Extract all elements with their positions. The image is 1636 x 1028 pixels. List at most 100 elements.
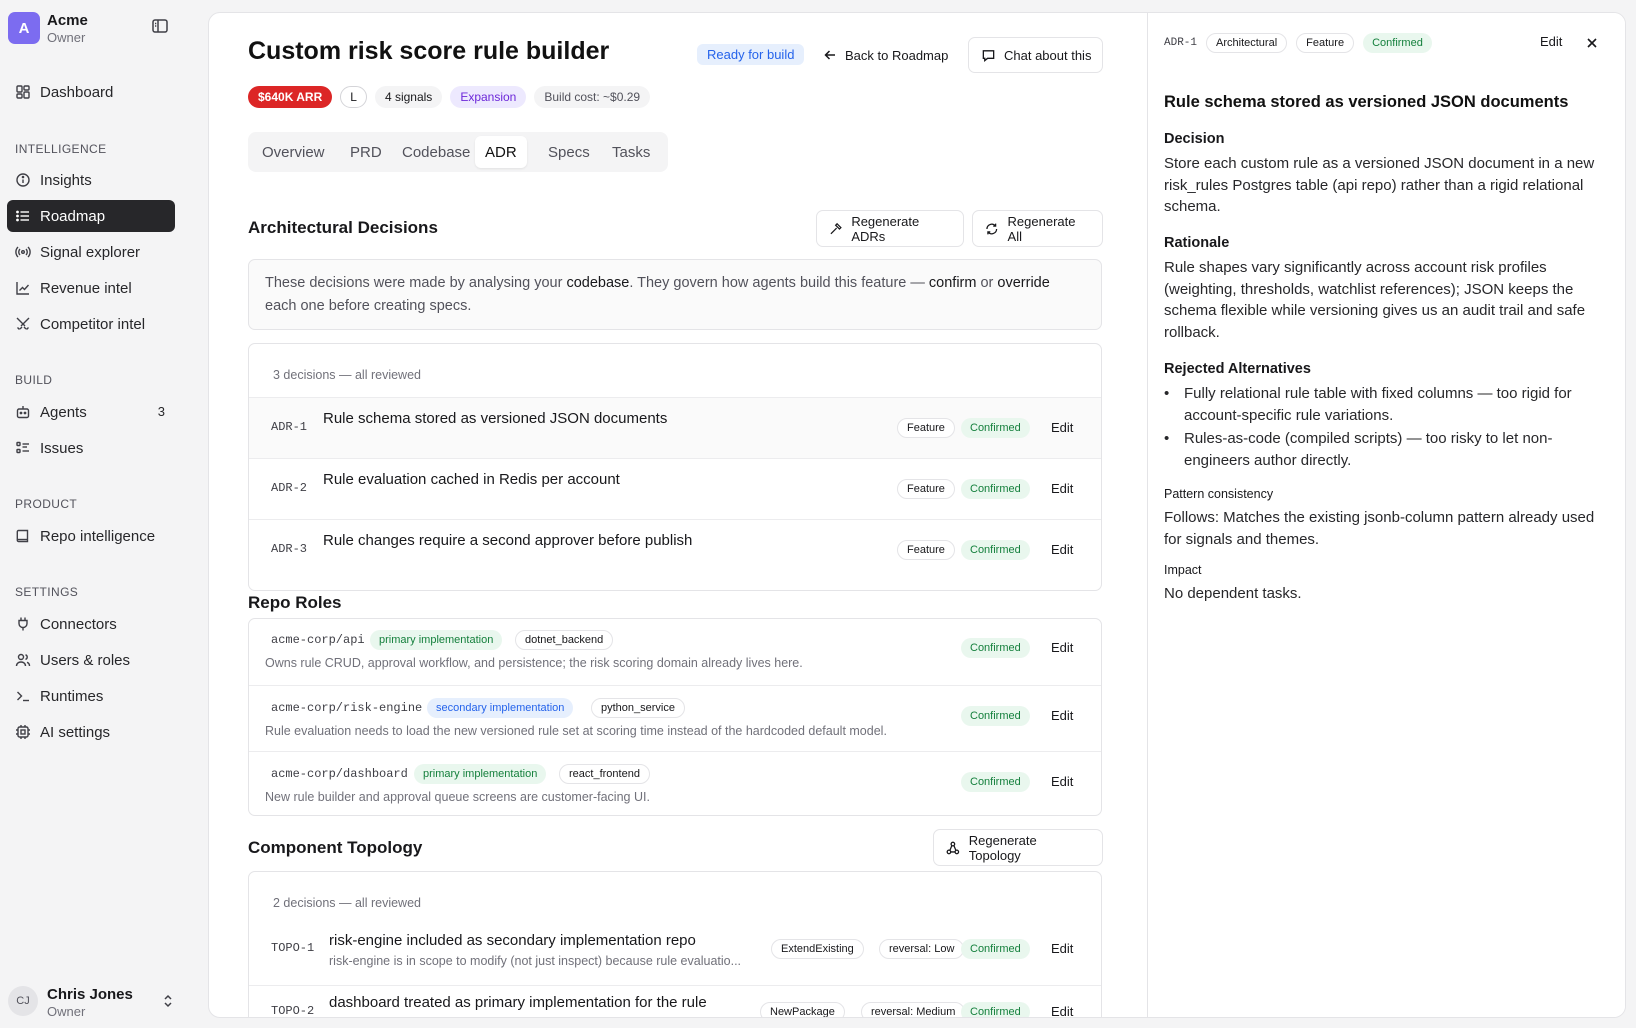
topology-edit-button[interactable]: Edit	[1051, 941, 1073, 956]
nav-connectors-label: Connectors	[40, 615, 117, 633]
nav-insights-label: Insights	[40, 171, 92, 189]
workspace-switcher[interactable]: A Acme Owner	[8, 12, 200, 48]
impact-text: No dependent tasks.	[1164, 585, 1302, 602]
nav-users-roles[interactable]: Users & roles	[7, 644, 175, 676]
nav-signal-explorer[interactable]: Signal explorer	[7, 236, 175, 268]
adr-edit-button[interactable]: Edit	[1051, 420, 1073, 435]
repo-role-status-badge: Confirmed	[961, 772, 1030, 792]
adr-row[interactable]: ADR-2 Rule evaluation cached in Redis pe…	[249, 458, 1101, 519]
adr-row[interactable]: ADR-3 Rule changes require a second appr…	[249, 519, 1101, 590]
notice-text-3: or	[976, 275, 998, 291]
repo-role-edit-button[interactable]: Edit	[1051, 708, 1073, 723]
main-panel: Custom risk score rule builder Ready for…	[208, 12, 1626, 1018]
nav-agents[interactable]: Agents 3	[7, 396, 175, 428]
adr-id: ADR-2	[271, 481, 308, 495]
topology-title: dashboard treated as primary implementat…	[329, 994, 707, 1011]
nav-issues-label: Issues	[40, 439, 84, 457]
rationale-text: Rule shapes vary significantly across ac…	[1164, 259, 1586, 341]
repo-role-description: Rule evaluation needs to load the new ve…	[265, 724, 887, 738]
detail-category-badge: Architectural	[1206, 32, 1288, 53]
regenerate-adrs-button[interactable]: Regenerate ADRs	[816, 210, 964, 247]
nav-repo-intelligence[interactable]: Repo intelligence	[7, 520, 175, 552]
repo-name: acme-corp/dashboard	[271, 767, 408, 781]
feature-tags: $640K ARR L 4 signals Expansion Build co…	[248, 86, 651, 108]
page-title: Custom risk score rule builder	[248, 37, 610, 65]
network-icon	[946, 841, 960, 854]
section-build: BUILD	[15, 373, 53, 387]
rejected-alternatives-label: Rejected Alternatives	[1164, 361, 1311, 377]
nav-roadmap[interactable]: Roadmap	[7, 200, 175, 232]
message-icon	[982, 49, 995, 62]
adr-status-badge: Confirmed	[961, 418, 1030, 438]
repo-role-row[interactable]: acme-corp/api primary implementation dot…	[249, 619, 1101, 685]
regenerate-all-label: Regenerate All	[1007, 213, 1076, 244]
repo-role-row[interactable]: acme-corp/dashboard primary implementati…	[249, 751, 1101, 815]
adr-row[interactable]: ADR-1 Rule schema stored as versioned JS…	[249, 397, 1101, 458]
section-product: PRODUCT	[15, 497, 78, 511]
repo-role-edit-button[interactable]: Edit	[1051, 640, 1073, 655]
adr-list: 3 decisions — all reviewed ADR-1 Rule sc…	[248, 343, 1102, 591]
chevrons-up-down-icon	[164, 994, 172, 1008]
nav-runtimes[interactable]: Runtimes	[7, 680, 175, 712]
nav-connectors[interactable]: Connectors	[7, 608, 175, 640]
repo-roles-list: acme-corp/api primary implementation dot…	[248, 618, 1102, 816]
adr-type-badge: Feature	[897, 418, 955, 438]
repo-role-description: Owns rule CRUD, approval workflow, and p…	[265, 656, 803, 670]
tab-specs[interactable]: Specs	[538, 136, 600, 168]
adr-edit-button[interactable]: Edit	[1051, 542, 1073, 557]
adr-status-badge: Confirmed	[961, 479, 1030, 499]
trend-chart-icon	[16, 282, 30, 295]
nav-ai-settings[interactable]: AI settings	[7, 716, 175, 748]
close-icon[interactable]	[1584, 35, 1600, 51]
adr-edit-button[interactable]: Edit	[1051, 481, 1073, 496]
user-menu[interactable]: CJ Chris Jones Owner	[8, 986, 180, 1022]
topology-edit-button[interactable]: Edit	[1051, 1004, 1073, 1017]
repo-role-status-badge: Confirmed	[961, 638, 1030, 658]
adr-id: ADR-1	[271, 420, 308, 434]
workspace-name: Acme	[47, 12, 88, 29]
section-intelligence: INTELLIGENCE	[15, 142, 107, 156]
plug-icon	[18, 617, 28, 631]
impact-label: Impact	[1164, 563, 1202, 577]
dashboard-icon	[16, 85, 30, 99]
tab-overview[interactable]: Overview	[252, 136, 335, 168]
detail-type-badge: Feature	[1296, 32, 1355, 53]
nav-revenue-intel[interactable]: Revenue intel	[7, 272, 175, 304]
tab-prd[interactable]: PRD	[340, 136, 392, 168]
tab-tasks[interactable]: Tasks	[602, 136, 660, 168]
nav-revenue-intel-label: Revenue intel	[40, 279, 132, 297]
nav-issues[interactable]: Issues	[7, 432, 175, 464]
repo-stack-badge: dotnet_backend	[515, 630, 614, 650]
topology-row[interactable]: TOPO-1 risk-engine included as secondary…	[249, 925, 1101, 985]
regenerate-topology-button[interactable]: Regenerate Topology	[933, 829, 1103, 866]
detail-edit-button[interactable]: Edit	[1540, 34, 1562, 49]
chat-about-this-button[interactable]: Chat about this	[968, 37, 1103, 73]
nav-ai-settings-label: AI settings	[40, 723, 111, 741]
hammer-icon	[830, 222, 842, 234]
repo-role-badge: primary implementation	[414, 764, 547, 784]
back-to-roadmap-button[interactable]: Back to Roadmap	[823, 44, 948, 66]
nav-insights[interactable]: Insights	[7, 164, 175, 196]
topology-heading: Component Topology	[248, 838, 423, 857]
tab-codebase[interactable]: Codebase	[392, 136, 480, 168]
decision-label: Decision	[1164, 131, 1225, 147]
repo-role-edit-button[interactable]: Edit	[1051, 774, 1073, 789]
regenerate-all-button[interactable]: Regenerate All	[972, 210, 1103, 247]
tab-adr[interactable]: ADR	[475, 136, 527, 168]
repo-role-badge: primary implementation	[370, 630, 503, 650]
build-cost-badge: Build cost: ~$0.29	[534, 86, 651, 108]
nav-competitor-intel[interactable]: Competitor intel	[7, 308, 175, 340]
sidebar-toggle-icon[interactable]	[150, 16, 170, 36]
nav-competitor-intel-label: Competitor intel	[40, 315, 146, 333]
nav-dashboard[interactable]: Dashboard	[7, 76, 175, 108]
repo-role-row[interactable]: acme-corp/risk-engine secondary implemen…	[249, 685, 1101, 751]
notice-text-2: . They govern how agents build this feat…	[629, 275, 929, 291]
refresh-icon	[986, 223, 998, 234]
pattern-consistency-label: Pattern consistency	[1164, 487, 1274, 501]
topology-description: risk-engine is in scope to modify (not j…	[329, 954, 742, 968]
arr-badge: $640K ARR	[248, 86, 333, 108]
topology-row[interactable]: TOPO-2 dashboard treated as primary impl…	[249, 985, 1101, 1017]
size-badge: L	[340, 86, 367, 108]
topology-kind-badge: NewPackage	[760, 1002, 845, 1017]
swords-icon	[16, 317, 30, 330]
